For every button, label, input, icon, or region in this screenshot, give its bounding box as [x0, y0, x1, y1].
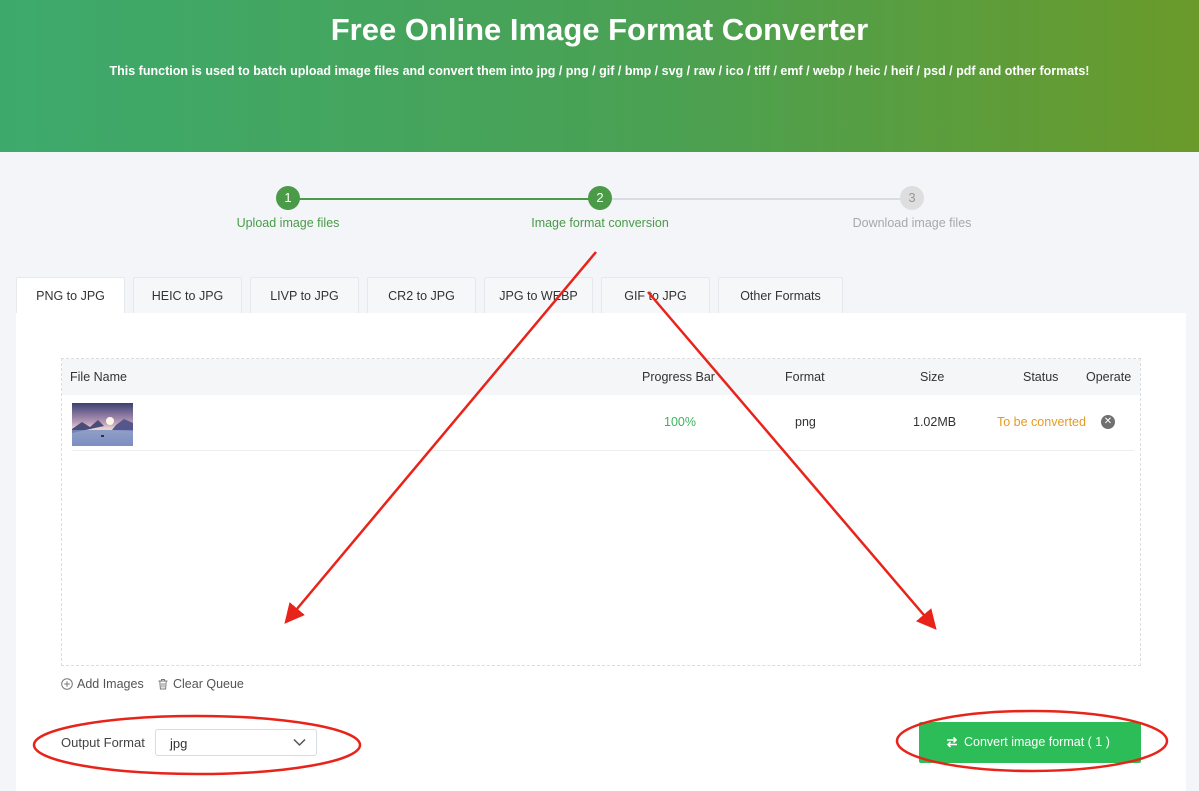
col-operate: Operate — [1086, 370, 1132, 384]
col-status: Status — [1023, 370, 1059, 384]
tab-gif-to-jpg[interactable]: GIF to JPG — [601, 277, 710, 314]
step-label: Download image files — [852, 216, 972, 230]
tab-cr2-to-jpg[interactable]: CR2 to JPG — [367, 277, 476, 314]
hero-banner: Free Online Image Format Converter This … — [0, 0, 1199, 152]
output-format-select[interactable]: jpg — [155, 729, 317, 756]
step-number: 1 — [276, 186, 300, 210]
step-label: Image format conversion — [531, 216, 669, 230]
trash-icon — [158, 679, 168, 690]
row-progress: 100% — [664, 415, 696, 429]
tab-heic-to-jpg[interactable]: HEIC to JPG — [133, 277, 242, 314]
step-download: 3 Download image files — [802, 186, 1022, 230]
plus-circle-icon — [61, 678, 73, 690]
add-images-label: Add Images — [77, 677, 144, 691]
progress-steps: 1 Upload image files 2 Image format conv… — [0, 186, 1199, 236]
table-row: 100% png 1.02MB To be converted ✕ — [72, 395, 1134, 451]
step-number: 3 — [900, 186, 924, 210]
converter-panel: File Name Progress Bar Format Size Statu… — [16, 313, 1186, 791]
output-format-value: jpg — [170, 736, 188, 751]
convert-button-label: Convert image format ( 1 ) — [964, 735, 1110, 749]
step-upload: 1 Upload image files — [178, 186, 398, 230]
step-number: 2 — [588, 186, 612, 210]
chevron-down-icon — [293, 738, 306, 747]
tab-png-to-jpg[interactable]: PNG to JPG — [16, 277, 125, 314]
page-title: Free Online Image Format Converter — [330, 12, 869, 47]
row-format: png — [795, 415, 816, 429]
table-header: File Name Progress Bar Format Size Statu… — [62, 359, 1140, 395]
tab-livp-to-jpg[interactable]: LIVP to JPG — [250, 277, 359, 314]
add-images-button[interactable]: Add Images — [61, 677, 144, 691]
swap-icon — [946, 736, 958, 748]
output-format-label: Output Format — [61, 735, 145, 750]
close-circle-icon[interactable]: ✕ — [1101, 415, 1115, 429]
page-subtitle: This function is used to batch upload im… — [109, 64, 1090, 78]
step-label: Upload image files — [236, 216, 340, 230]
clear-queue-label: Clear Queue — [173, 677, 244, 691]
convert-button[interactable]: Convert image format ( 1 ) — [919, 722, 1141, 763]
row-size: 1.02MB — [913, 415, 957, 429]
tab-jpg-to-webp[interactable]: JPG to WEBP — [484, 277, 593, 314]
col-format: Format — [785, 370, 825, 384]
file-queue[interactable]: File Name Progress Bar Format Size Statu… — [61, 358, 1141, 666]
step-conversion: 2 Image format conversion — [490, 186, 710, 230]
image-thumbnail — [72, 403, 133, 446]
row-status: To be converted — [997, 415, 1086, 429]
clear-queue-button[interactable]: Clear Queue — [157, 677, 244, 691]
col-file-name: File Name — [70, 370, 127, 384]
col-size: Size — [920, 370, 945, 384]
col-progress: Progress Bar — [642, 370, 715, 384]
tab-other-formats[interactable]: Other Formats — [718, 277, 843, 314]
